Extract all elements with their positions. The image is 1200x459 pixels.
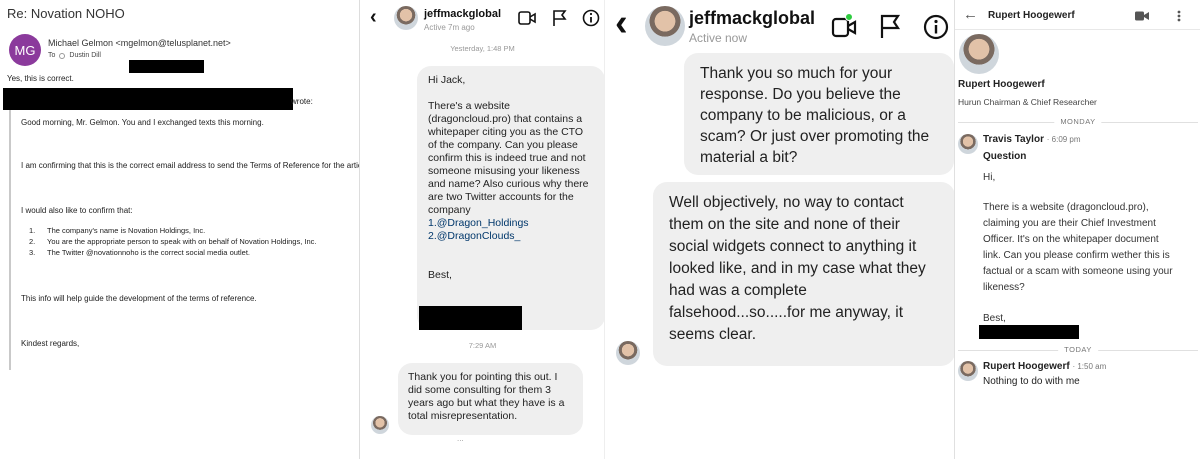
video-call-icon[interactable] xyxy=(1135,11,1150,21)
report-flag-icon[interactable] xyxy=(552,9,568,27)
quote-confirm-intro: I would also like to confirm that: xyxy=(21,206,133,215)
email-recipient-row: To Dustin Dill xyxy=(48,52,101,59)
email-subject: Re: Novation NOHO xyxy=(7,6,125,21)
message-sender[interactable]: Rupert Hoogewerf · 1:50 am xyxy=(983,361,1106,372)
message-timestamp: 7:29 AM xyxy=(468,341,497,350)
back-arrow-icon[interactable]: ‹ xyxy=(370,6,377,29)
linkedin-message-panel: ← Rupert Hoogewerf Rupert Hoogewerf Huru… xyxy=(954,0,1200,459)
active-status: Active now xyxy=(689,31,748,45)
message-line: factual or a scam with someone using you… xyxy=(983,266,1173,277)
received-message-bubble[interactable]: Well objectively, no way to contact them… xyxy=(653,182,954,366)
avatar[interactable] xyxy=(645,6,685,46)
chat-username[interactable]: jeffmackglobal xyxy=(689,8,815,29)
profile-name[interactable]: Rupert Hoogewerf xyxy=(958,79,1045,90)
quote-info: This info will help guide the developmen… xyxy=(21,294,257,303)
avatar[interactable] xyxy=(616,341,640,365)
date-divider: TODAY xyxy=(958,345,1198,355)
message-body: There's a website (dragoncloud.pro) that… xyxy=(428,100,589,216)
list-item: 3. The Twitter @novationnoho is the corre… xyxy=(29,248,250,257)
instagram-dm-panel-large: ‹ jeffmackglobal Active now Thank you so… xyxy=(605,0,954,459)
video-call-icon[interactable] xyxy=(831,15,857,39)
chat-username[interactable]: jeffmackglobal xyxy=(424,8,501,20)
quote-greeting: Good morning, Mr. Gelmon. You and I exch… xyxy=(21,118,264,127)
sent-message-bubble[interactable]: Hi Jack, There's a website (dragoncloud.… xyxy=(417,66,604,330)
date-divider: MONDAY xyxy=(958,117,1198,127)
info-icon[interactable] xyxy=(582,9,600,27)
conversation-header: ← Rupert Hoogewerf xyxy=(955,0,1200,30)
back-arrow-icon[interactable]: ← xyxy=(963,6,978,23)
reply-message: Nothing to do with me xyxy=(983,376,1080,387)
twitter-handle-link[interactable]: 2.@DragonClouds_ xyxy=(428,230,594,243)
avatar[interactable] xyxy=(958,361,978,381)
message-line: Best, xyxy=(983,313,1006,324)
info-icon[interactable] xyxy=(923,14,949,40)
message-line: likeness? xyxy=(983,282,1025,293)
recipient-name[interactable]: Dustin Dill xyxy=(69,52,101,59)
email-reply-text: Yes, this is correct. xyxy=(7,74,74,83)
quote-confirm-email: I am confirming that this is the correct… xyxy=(21,161,360,170)
contact-status-icon xyxy=(59,52,66,59)
message-line: link. Can you please confirm wether this… xyxy=(983,250,1170,261)
instagram-dm-panel-small: ‹ jeffmackglobal Active 7m ago Yesterday… xyxy=(360,0,605,459)
active-status: Active 7m ago xyxy=(424,23,475,32)
avatar[interactable] xyxy=(371,416,389,434)
message-line: Hi, xyxy=(983,172,996,183)
sent-message-bubble[interactable]: Thank you so much for your response. Do … xyxy=(684,53,954,175)
list-item: 2. You are the appropriate person to spea… xyxy=(29,237,317,246)
message-greeting: Hi Jack, xyxy=(428,74,466,86)
message-subject: Question xyxy=(983,151,1027,162)
active-camera-dot xyxy=(845,13,853,21)
message-timestamp: Yesterday, 1:48 PM xyxy=(450,44,515,53)
quoted-message: Good morning, Mr. Gelmon. You and I exch… xyxy=(9,110,359,370)
received-message-bubble[interactable]: Thank you for pointing this out. I did s… xyxy=(398,363,583,435)
redaction-bar xyxy=(3,88,293,110)
quote-closing: Kindest regards, xyxy=(21,339,80,348)
avatar[interactable] xyxy=(394,6,418,30)
more-options-icon[interactable] xyxy=(1177,10,1181,22)
profile-headline: Hurun Chairman & Chief Researcher xyxy=(958,97,1097,107)
twitter-handle-link[interactable]: 1.@Dragon_Holdings xyxy=(428,217,594,230)
redaction-bar xyxy=(419,306,522,330)
email-panel: Re: Novation NOHO MG Michael Gelmon <mge… xyxy=(0,0,360,459)
back-arrow-icon[interactable]: ‹ xyxy=(615,4,628,42)
conversation-title[interactable]: Rupert Hoogewerf xyxy=(988,10,1075,21)
to-label: To xyxy=(48,52,56,59)
redaction-bar xyxy=(979,325,1079,339)
message-line: Officer. It's on the whitepaper document xyxy=(983,234,1159,245)
typing-indicator: ... xyxy=(457,434,464,443)
message-line: claiming you are their Chief Investment xyxy=(983,218,1156,229)
message-signoff: Best, xyxy=(428,269,452,281)
quote-header-wrote: wrote: xyxy=(291,97,313,106)
video-call-icon[interactable] xyxy=(518,10,536,26)
profile-avatar[interactable] xyxy=(959,34,999,74)
redaction-bar xyxy=(129,60,204,73)
message-line: There is a website (dragoncloud.pro), xyxy=(983,202,1149,213)
avatar[interactable]: MG xyxy=(9,34,41,66)
confirmation-list: 1. The company's name is Novation Holding… xyxy=(21,226,316,259)
report-flag-icon[interactable] xyxy=(879,13,901,39)
avatar[interactable] xyxy=(958,134,978,154)
list-item: 1. The company's name is Novation Holding… xyxy=(29,226,206,235)
message-sender[interactable]: Travis Taylor · 6:09 pm xyxy=(983,134,1081,145)
email-sender[interactable]: Michael Gelmon <mgelmon@telusplanet.net> xyxy=(48,38,231,48)
